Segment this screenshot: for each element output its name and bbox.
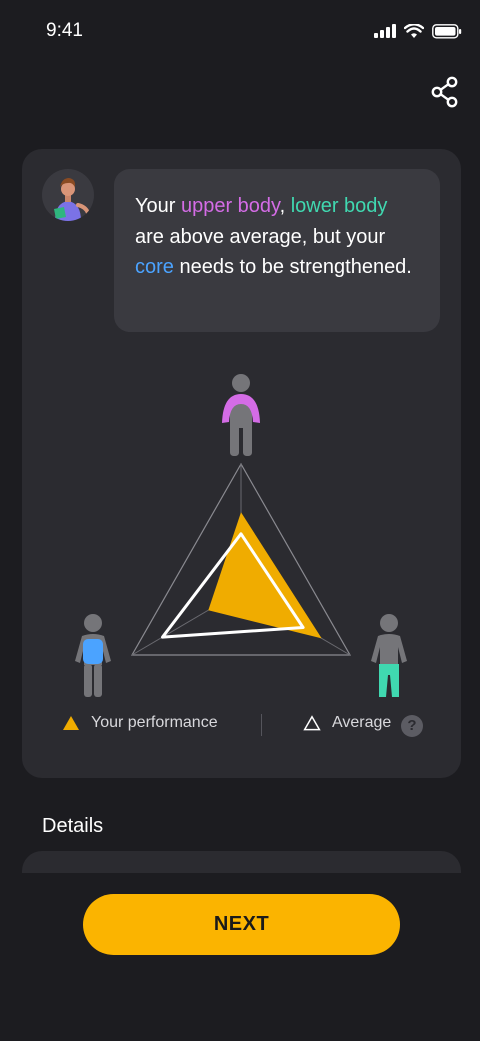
help-icon[interactable]: ? [401,715,423,737]
chart-legend: Your performance Average ? [22,711,461,741]
details-title: Details [42,815,104,837]
upper-body-figure [222,374,260,456]
next-button[interactable]: NEXT [83,894,400,955]
summary-text-comma: , [279,195,291,217]
status-time: 9:41 [46,20,83,41]
status-icons [374,22,462,40]
legend-average: Average [303,714,391,732]
upper-body-highlight: upper body [180,195,280,217]
legend-performance-label: Your performance [91,714,218,731]
lower-body-figure [371,614,407,697]
legend-your-performance: Your performance [62,714,218,732]
coach-avatar-illustration [54,178,90,221]
share-icon[interactable] [430,76,460,108]
summary-text-middle: are above average, but your [135,225,386,248]
body-radar-chart [75,374,407,697]
legend-average-label: Average [332,714,392,731]
outline-triangle-icon [303,715,321,731]
lower-body-highlight: lower body [290,195,388,217]
summary-text-prefix: Your [135,195,181,217]
legend-divider [261,714,262,736]
summary-bubble: Your upper body, lower body are above av… [114,169,440,332]
details-card [22,851,461,873]
status-bar: 9:41 [0,0,480,64]
summary-text-suffix: needs to be strengthened. [173,256,412,278]
cellular-signal-icon [374,24,396,38]
core-figure [75,614,111,697]
filled-triangle-icon [63,716,79,730]
result-card: Your upper body, lower body are above av… [22,149,461,778]
coach-avatar [42,169,94,221]
core-highlight: core [135,256,174,278]
wifi-icon [404,23,424,38]
battery-icon [432,23,462,39]
